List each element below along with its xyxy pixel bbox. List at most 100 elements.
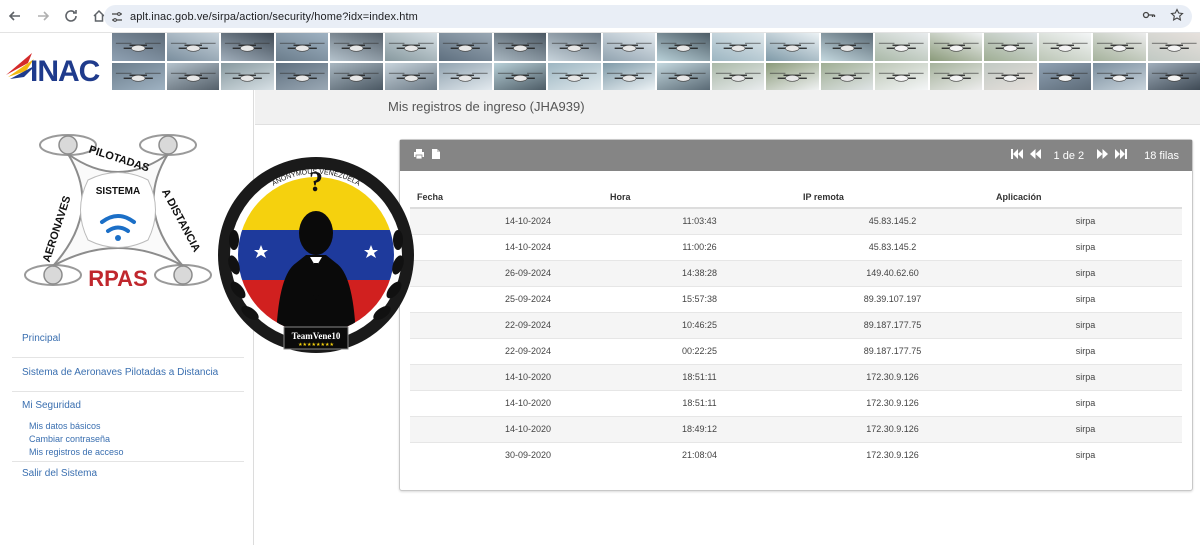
- table-row: 14-10-2020 18:49:12 172.30.9.126 sirpa: [410, 415, 1182, 442]
- drone-photo-tile: [711, 62, 764, 90]
- cell-aplicacion: sirpa: [989, 337, 1182, 364]
- prev-page-icon[interactable]: [1029, 149, 1041, 162]
- cell-fecha: 22-09-2024: [410, 337, 603, 364]
- back-icon[interactable]: [2, 3, 28, 29]
- drone-photo-tile: [1093, 62, 1146, 90]
- cell-ip: 89.187.177.75: [796, 337, 989, 364]
- drone-photo-tile: [221, 33, 274, 61]
- page-indicator: 1 de 2: [1053, 149, 1085, 162]
- cell-ip: 172.30.9.126: [796, 441, 989, 468]
- drone-photo-tile: [602, 62, 655, 90]
- rpas-bottom-text: RPAS: [88, 266, 148, 291]
- drone-photo-tile: [112, 62, 165, 90]
- drone-photo-tile: [330, 33, 383, 61]
- cell-aplicacion: sirpa: [989, 285, 1182, 312]
- cell-fecha: 26-09-2024: [410, 259, 603, 286]
- cell-aplicacion: sirpa: [989, 311, 1182, 338]
- table-row: 14-10-2020 18:51:11 172.30.9.126 sirpa: [410, 389, 1182, 416]
- cell-ip: 89.39.107.197: [796, 285, 989, 312]
- address-bar[interactable]: aplt.inac.gob.ve/sirpa/action/security/h…: [104, 5, 1192, 28]
- drone-photo-tile: [439, 62, 492, 90]
- sidebar-subitem-datos-basicos[interactable]: Mis datos básicos: [12, 420, 244, 433]
- rpas-logo: SISTEMA PILOTADAS AERONAVES A DISTANCIA …: [18, 110, 218, 310]
- cell-hora: 11:00:26: [603, 233, 796, 260]
- drone-photo-tile: [657, 62, 710, 90]
- row-count: 18 filas: [1144, 149, 1179, 162]
- cell-ip: 172.30.9.126: [796, 389, 989, 416]
- drone-photo-tile: [984, 33, 1037, 61]
- pager: 1 de 2 18 filas: [1010, 140, 1179, 171]
- last-page-icon[interactable]: [1115, 149, 1128, 162]
- bookmark-star-icon[interactable]: [1170, 8, 1184, 27]
- drone-photo-tile: [875, 33, 928, 61]
- reload-icon[interactable]: [58, 3, 84, 29]
- drone-photo-tile: [548, 62, 601, 90]
- drone-photo-tile: [657, 33, 710, 61]
- table-row: 22-09-2024 10:46:25 89.187.177.75 sirpa: [410, 311, 1182, 338]
- drone-photo-tile: [548, 33, 601, 61]
- drone-photo-tile: [221, 62, 274, 90]
- column-header-hora[interactable]: Hora: [603, 187, 796, 209]
- cell-fecha: 22-09-2024: [410, 311, 603, 338]
- drone-photo-tile: [493, 33, 546, 61]
- access-log-table: Fecha Hora IP remota Aplicación 14-10-20…: [410, 187, 1182, 468]
- drone-photo-strip: [112, 33, 1200, 90]
- cell-hora: 11:03:43: [603, 207, 796, 234]
- first-page-icon[interactable]: [1010, 149, 1023, 162]
- drone-photo-tile: [1038, 62, 1091, 90]
- page-title: Mis registros de ingreso (JHA939): [388, 99, 585, 114]
- logo-text: INAC: [30, 55, 100, 88]
- cell-hora: 18:51:11: [603, 363, 796, 390]
- rpas-sistema-text: SISTEMA: [96, 186, 140, 197]
- cell-hora: 18:51:11: [603, 389, 796, 416]
- sidebar-subitem-registros-acceso[interactable]: Mis registros de acceso: [12, 446, 244, 459]
- sidebar-subitem-cambiar-contrasena[interactable]: Cambiar contraseña: [12, 433, 244, 446]
- svg-text:★★★★★★★★: ★★★★★★★★: [298, 342, 334, 348]
- drone-photo-tile: [275, 62, 328, 90]
- sidebar-item-mi-seguridad[interactable]: Mi Seguridad: [12, 398, 244, 414]
- export-file-icon[interactable]: [431, 148, 441, 163]
- table-row: 25-09-2024 15:57:38 89.39.107.197 sirpa: [410, 285, 1182, 312]
- drone-photo-tile: [1093, 33, 1146, 61]
- drone-photo-tile: [439, 33, 492, 61]
- cell-fecha: 14-10-2020: [410, 415, 603, 442]
- cell-fecha: 30-09-2020: [410, 441, 603, 468]
- column-header-aplicacion[interactable]: Aplicación: [989, 187, 1182, 209]
- column-header-fecha[interactable]: Fecha: [410, 187, 603, 209]
- cell-fecha: 14-10-2024: [410, 233, 603, 260]
- cell-hora: 10:46:25: [603, 311, 796, 338]
- cell-hora: 15:57:38: [603, 285, 796, 312]
- table-row: 30-09-2020 21:08:04 172.30.9.126 sirpa: [410, 441, 1182, 468]
- cell-aplicacion: sirpa: [989, 363, 1182, 390]
- site-info-icon[interactable]: [104, 11, 130, 23]
- drone-photo-tile: [766, 62, 819, 90]
- panel-toolbar: 1 de 2 18 filas: [400, 140, 1192, 171]
- drone-photo-tile: [493, 62, 546, 90]
- key-icon[interactable]: [1142, 8, 1156, 27]
- anonymous-venezuela-emblem: ? ANONYMOUS VENEZUELA TeamVene10 ★★★★★★★…: [216, 155, 416, 365]
- table-row: 14-10-2024 11:03:43 45.83.145.2 sirpa: [410, 207, 1182, 234]
- cell-hora: 14:38:28: [603, 259, 796, 286]
- cell-ip: 149.40.62.60: [796, 259, 989, 286]
- drone-photo-tile: [984, 62, 1037, 90]
- drone-photo-tile: [112, 33, 165, 61]
- forward-icon[interactable]: [30, 3, 56, 29]
- cell-fecha: 14-10-2020: [410, 363, 603, 390]
- table-row: 22-09-2024 00:22:25 89.187.177.75 sirpa: [410, 337, 1182, 364]
- column-header-ip[interactable]: IP remota: [796, 187, 989, 209]
- sidebar-item-principal[interactable]: Principal: [12, 330, 244, 358]
- next-page-icon[interactable]: [1097, 149, 1109, 162]
- drone-photo-tile: [166, 33, 219, 61]
- table-header-row: Fecha Hora IP remota Aplicación: [410, 187, 1182, 209]
- cell-hora: 21:08:04: [603, 441, 796, 468]
- sidebar-item-rpas-system[interactable]: Sistema de Aeronaves Pilotadas a Distanc…: [12, 364, 244, 392]
- drone-photo-tile: [820, 62, 873, 90]
- inac-logo[interactable]: INAC INSTITUTO NACIONAL DE AERONÁUTICA C…: [4, 43, 110, 96]
- cell-fecha: 14-10-2020: [410, 389, 603, 416]
- cell-ip: 45.83.145.2: [796, 233, 989, 260]
- url-text: aplt.inac.gob.ve/sirpa/action/security/h…: [130, 10, 418, 23]
- cell-aplicacion: sirpa: [989, 233, 1182, 260]
- drone-photo-tile: [1038, 33, 1091, 61]
- cell-aplicacion: sirpa: [989, 441, 1182, 468]
- sidebar-item-salir[interactable]: Salir del Sistema: [12, 468, 244, 479]
